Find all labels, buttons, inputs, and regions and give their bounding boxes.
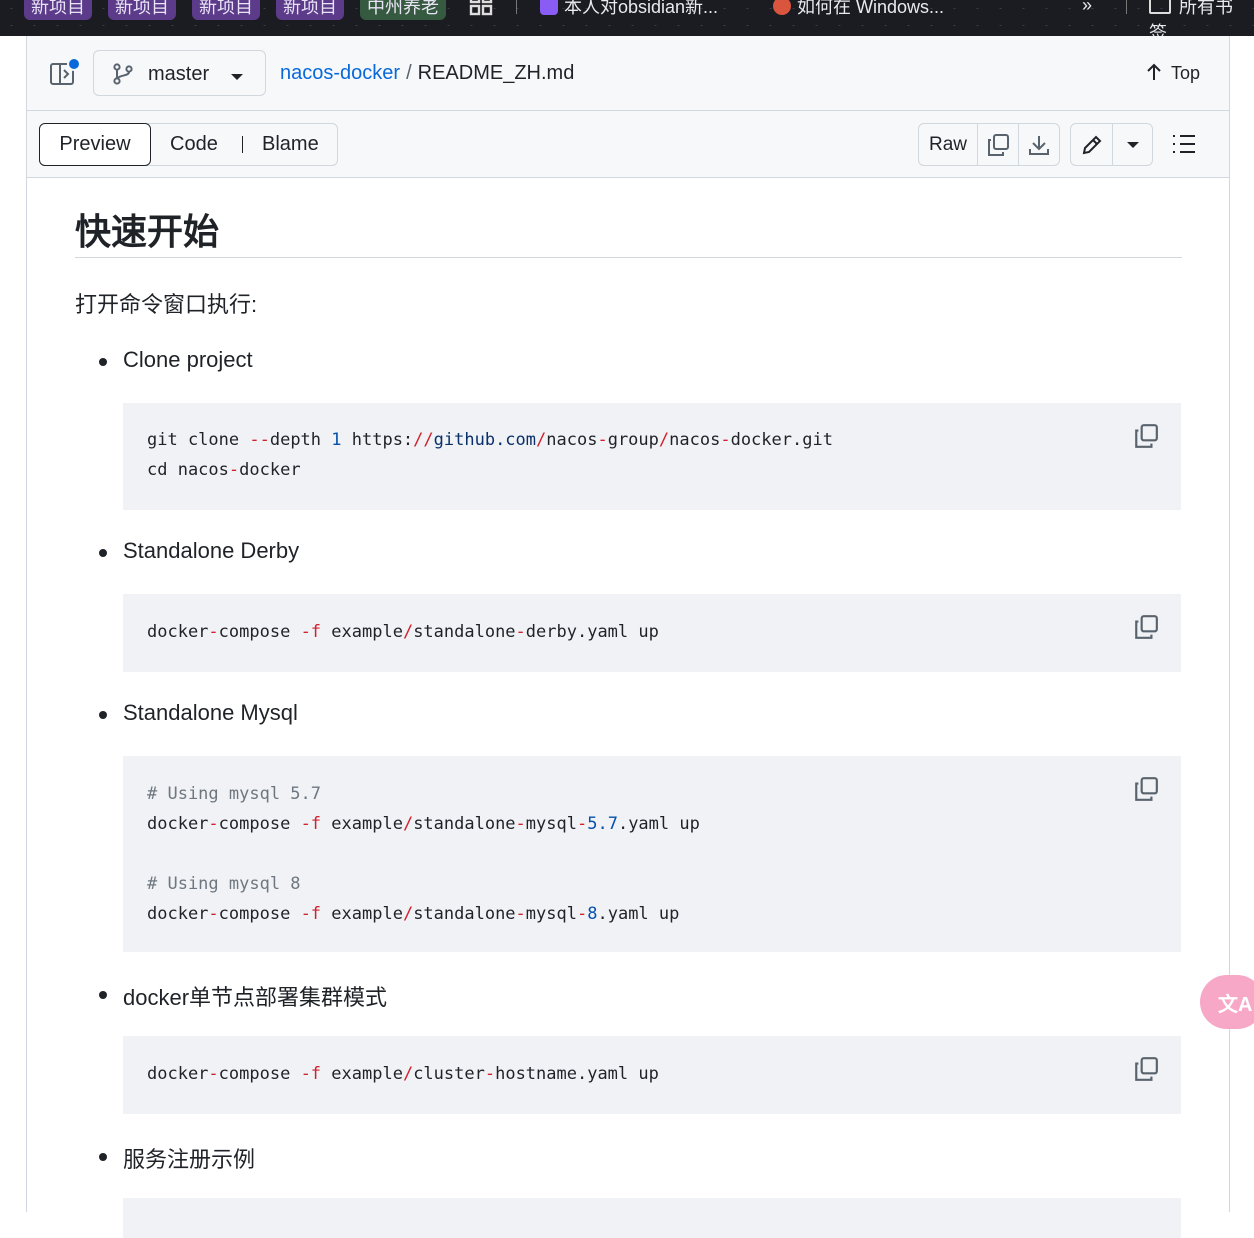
apps-grid-icon[interactable] <box>462 0 502 18</box>
view-mode-tabs: Preview Code Blame <box>39 123 338 166</box>
toggle-file-tree-button[interactable] <box>49 57 81 88</box>
section-heading: 快速开始 <box>75 211 220 252</box>
code-block: docker-compose -f example/cluster-hostna… <box>123 1036 1181 1114</box>
raw-actions-group: Raw <box>918 123 1060 166</box>
copy-code-button[interactable] <box>1133 776 1159 807</box>
code-text: # Using mysql 5.7 docker-compose -f exam… <box>147 784 700 924</box>
caret-down-icon <box>230 69 244 87</box>
branch-selector-button[interactable]: master <box>93 50 266 96</box>
bookmark-item[interactable]: 本人对obsidian新... <box>533 0 725 20</box>
list-item: 服务注册示例 <box>98 1142 255 1174</box>
code-block: docker-compose -f example/standalone-der… <box>123 594 1181 672</box>
heading-rule <box>75 257 1182 258</box>
bookmark-divider <box>516 0 517 14</box>
bookmark-item[interactable]: 新项目 <box>276 0 344 20</box>
top-label: Top <box>1171 63 1201 83</box>
all-bookmarks-item[interactable]: 所有书签 <box>1142 0 1254 36</box>
git-branch-icon <box>112 63 134 90</box>
list-item: Clone project <box>99 347 253 372</box>
breadcrumb-separator: / <box>406 62 412 84</box>
code-text: docker-compose -f example/standalone-der… <box>147 622 659 642</box>
edit-file-button[interactable] <box>1071 124 1112 165</box>
tab-code[interactable]: Code <box>170 124 218 165</box>
tab-divider <box>242 136 243 153</box>
notification-dot <box>67 57 81 71</box>
outline-button[interactable] <box>1171 131 1197 162</box>
edit-actions-group <box>1070 123 1153 166</box>
copy-icon <box>1135 424 1158 448</box>
bookmark-divider <box>1126 0 1127 14</box>
copy-code-button[interactable] <box>1133 1056 1159 1087</box>
file-header-top: master nacos-docker / README_ZH.md Top <box>27 36 1229 111</box>
back-to-top-button[interactable]: Top <box>1145 62 1200 84</box>
more-bookmarks-icon[interactable]: » <box>1075 0 1099 18</box>
repo-link[interactable]: nacos-docker <box>280 62 400 84</box>
arrow-up-icon <box>1147 63 1161 80</box>
translate-float-button[interactable]: 文A <box>1200 975 1254 1029</box>
raw-button[interactable]: Raw <box>919 124 977 165</box>
bookmark-item[interactable]: 如何在 Windows... <box>766 0 951 20</box>
file-toolbar: Preview Code Blame Raw <box>27 111 1229 178</box>
code-text: git clone --depth 1 https://github.com/n… <box>147 430 833 480</box>
copy-icon <box>1135 777 1158 801</box>
code-block <box>123 1198 1181 1238</box>
tab-blame[interactable]: Blame <box>262 124 319 165</box>
bookmark-item[interactable]: 新项目 <box>108 0 176 20</box>
copy-icon <box>988 133 1009 156</box>
obsidian-icon <box>540 0 558 15</box>
breadcrumb: nacos-docker / README_ZH.md <box>280 62 574 85</box>
translate-icon: 文A <box>1218 994 1253 1016</box>
copy-icon <box>1135 1057 1158 1081</box>
list-item: docker单节点部署集群模式 <box>98 980 387 1012</box>
intro-text: 打开命令窗口执行: <box>75 292 258 317</box>
folder-icon <box>1149 0 1171 14</box>
download-icon <box>1029 135 1049 155</box>
bookmark-item[interactable]: 中州养老 <box>360 0 446 20</box>
code-block: # Using mysql 5.7 docker-compose -f exam… <box>123 756 1181 952</box>
list-item: Standalone Derby <box>98 538 300 563</box>
tab-preview[interactable]: Preview <box>39 123 151 166</box>
copy-icon <box>1135 615 1158 639</box>
bookmark-item[interactable]: 新项目 <box>24 0 92 20</box>
bookmark-item[interactable]: 新项目 <box>192 0 260 20</box>
file-viewer: master nacos-docker / README_ZH.md Top Pre… <box>26 36 1230 1238</box>
file-name: README_ZH.md <box>417 62 575 84</box>
caret-down-icon <box>1126 141 1139 148</box>
edit-options-button[interactable] <box>1113 124 1152 165</box>
download-raw-button[interactable] <box>1019 124 1059 165</box>
copy-raw-button[interactable] <box>978 124 1018 165</box>
bookmark-label: 本人对obsidian新... <box>564 0 719 17</box>
code-block: git clone --depth 1 https://github.com/n… <box>123 403 1181 510</box>
bookmark-label: 如何在 Windows... <box>797 0 945 17</box>
bookmark-site-icon <box>773 0 791 15</box>
list-outline-icon <box>1173 135 1195 153</box>
bookmarks-bar: 新项目 新项目 新项目 新项目 中州养老 本人对obsidian新... 如何在… <box>0 0 1254 36</box>
copy-code-button[interactable] <box>1133 423 1159 454</box>
copy-code-button[interactable] <box>1133 614 1159 645</box>
pencil-icon <box>1082 135 1101 155</box>
file-header: master nacos-docker / README_ZH.md Top Pre… <box>27 36 1229 178</box>
list-item: Standalone Mysql <box>99 700 298 725</box>
branch-name: master <box>148 63 210 85</box>
code-text: docker-compose -f example/cluster-hostna… <box>147 1064 659 1084</box>
